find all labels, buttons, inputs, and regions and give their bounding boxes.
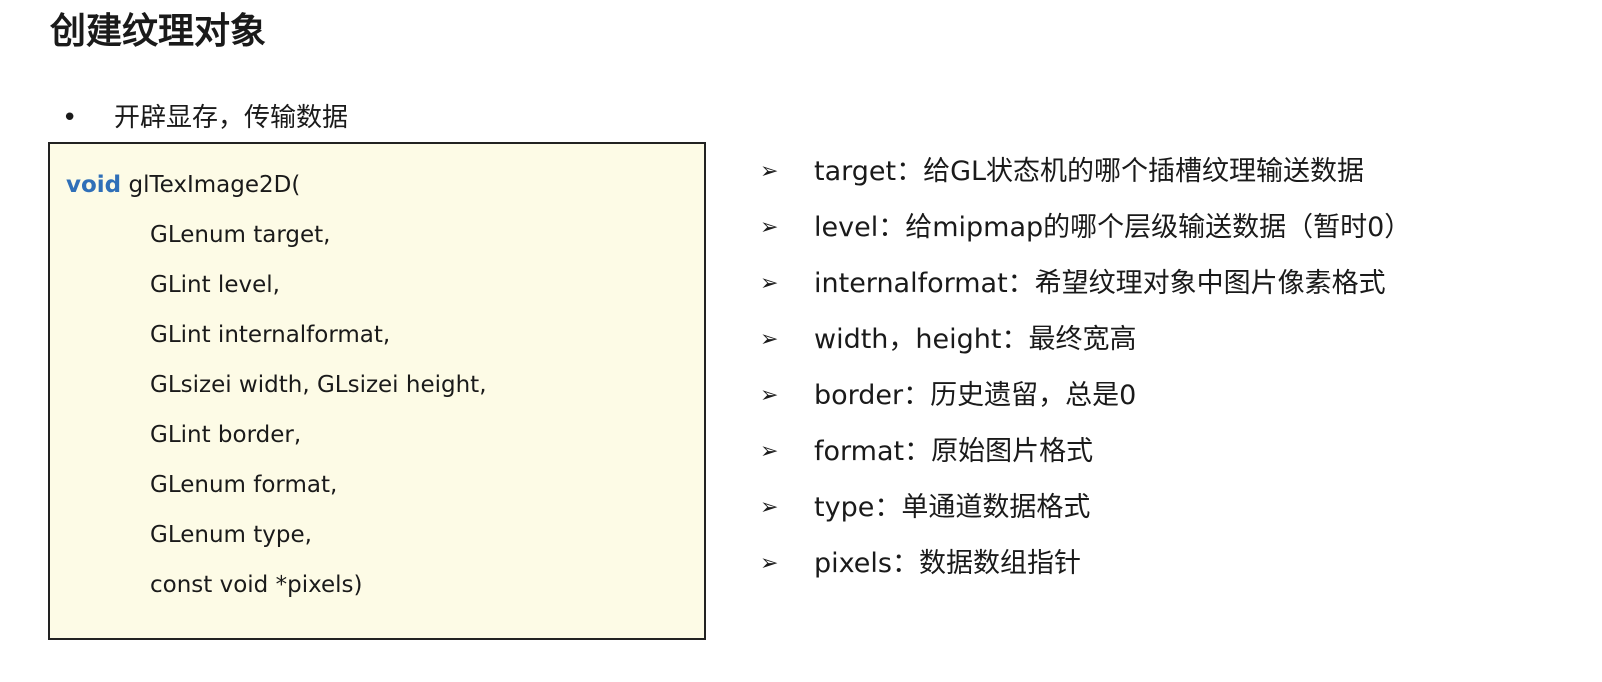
arrow-right-icon: ➢ xyxy=(760,383,779,408)
description-text: internalformat：希望纹理对象中图片像素格式 xyxy=(814,268,1386,299)
list-item: ➢ internalformat：希望纹理对象中图片像素格式 xyxy=(760,262,1411,318)
bullet-text: 开辟显存，传输数据 xyxy=(114,103,349,133)
arrow-right-icon: ➢ xyxy=(760,327,779,352)
description-text: format：原始图片格式 xyxy=(814,436,1094,467)
description-text: width，height：最终宽高 xyxy=(814,324,1137,355)
code-param: GLint border, xyxy=(150,422,302,448)
description-text: target：给GL状态机的哪个插槽纹理输送数据 xyxy=(814,156,1365,187)
arrow-right-icon: ➢ xyxy=(760,159,779,184)
list-item: ➢ pixels：数据数组指针 xyxy=(760,542,1411,598)
slide-title: 创建纹理对象 xyxy=(50,11,267,52)
list-item: ➢ level：给mipmap的哪个层级输送数据（暂时0） xyxy=(760,206,1411,262)
arrow-right-icon: ➢ xyxy=(760,271,779,296)
code-param: GLint internalformat, xyxy=(150,322,391,348)
code-block: void glTexImage2D( GLenum target, GLint … xyxy=(48,142,706,640)
description-text: pixels：数据数组指针 xyxy=(814,548,1081,579)
list-item: ➢ border：历史遗留，总是0 xyxy=(760,374,1411,430)
list-item: ➢ target：给GL状态机的哪个插槽纹理输送数据 xyxy=(760,150,1411,206)
list-item: ➢ format：原始图片格式 xyxy=(760,430,1411,486)
code-param: GLint level, xyxy=(150,272,280,298)
code-param: GLsizei width, GLsizei height, xyxy=(150,372,487,398)
arrow-right-icon: ➢ xyxy=(760,439,779,464)
bullet-point: • 开辟显存，传输数据 xyxy=(62,98,348,138)
code-param: GLenum type, xyxy=(150,522,312,548)
list-item: ➢ type：单通道数据格式 xyxy=(760,486,1411,542)
code-function: glTexImage2D( xyxy=(128,172,301,198)
description-text: type：单通道数据格式 xyxy=(814,492,1091,523)
list-item: ➢ width，height：最终宽高 xyxy=(760,318,1411,374)
arrow-right-icon: ➢ xyxy=(760,215,779,240)
code-param: GLenum target, xyxy=(150,222,331,248)
bullet-dot-icon: • xyxy=(62,103,78,133)
description-text: level：给mipmap的哪个层级输送数据（暂时0） xyxy=(814,212,1412,243)
code-keyword: void xyxy=(66,172,122,198)
code-param: const void *pixels) xyxy=(150,572,363,598)
code-signature: void glTexImage2D( xyxy=(66,169,300,201)
arrow-right-icon: ➢ xyxy=(760,551,779,576)
code-param: GLenum format, xyxy=(150,472,338,498)
parameter-descriptions: ➢ target：给GL状态机的哪个插槽纹理输送数据 ➢ level：给mipmap… xyxy=(760,150,1411,598)
description-text: border：历史遗留，总是0 xyxy=(814,380,1137,411)
arrow-right-icon: ➢ xyxy=(760,495,779,520)
